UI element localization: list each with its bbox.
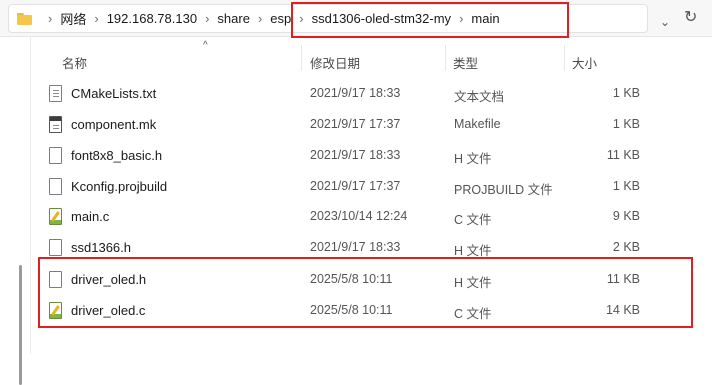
crumb-network[interactable]: 网络 [60,9,86,28]
makefile-icon [49,116,62,133]
nav-scrollbar-thumb[interactable] [19,265,22,385]
column-divider[interactable] [445,45,446,71]
file-name: CMakeLists.txt [71,86,157,101]
navigation-pane [0,37,31,385]
file-name: Kconfig.projbuild [71,179,168,194]
folder-icon [17,12,32,25]
c-file-icon [49,208,62,225]
file-type: C 文件 [454,213,492,227]
file-name: main.c [71,209,110,224]
file-row[interactable]: CMakeLists.txt 2021/9/17 18:33 文本文档 1 KB [42,78,662,109]
file-type: H 文件 [454,152,492,166]
file-name: font8x8_basic.h [71,148,163,163]
file-name: component.mk [71,117,157,132]
column-header-row: ^ 名称 修改日期 类型 大小 [31,37,712,73]
chevron-right-icon[interactable]: › [94,11,98,26]
column-name[interactable]: 名称 [62,53,87,72]
text-file-icon [49,85,62,102]
file-row[interactable]: Kconfig.projbuild 2021/9/17 17:37 PROJBU… [42,171,662,202]
file-size: 1 KB [612,179,640,193]
crumb-esp[interactable]: esp [270,11,291,26]
file-size: 9 KB [612,209,640,223]
file-size: 1 KB [612,86,640,100]
file-date: 2021/9/17 18:33 [310,86,401,100]
header-file-icon [49,147,62,164]
column-divider[interactable] [301,45,302,71]
file-size: 1 KB [612,117,640,131]
column-divider[interactable] [564,45,565,71]
header-file-icon [49,239,62,256]
file-row[interactable]: font8x8_basic.h 2021/9/17 18:33 H 文件 11 … [42,140,662,171]
sort-ascending-icon: ^ [203,40,208,51]
annotation-box-new-files [38,257,693,328]
file-date: 2023/10/14 12:24 [310,209,408,223]
chevron-right-icon[interactable]: › [258,11,262,26]
file-type: Makefile [454,117,501,131]
file-date: 2021/9/17 17:37 [310,117,401,131]
file-date: 2021/9/17 18:33 [310,240,401,254]
annotation-box-path [291,2,569,38]
file-name: ssd1366.h [71,240,131,255]
chevron-right-icon[interactable]: › [48,11,52,26]
file-row[interactable]: main.c 2023/10/14 12:24 C 文件 9 KB [42,201,662,232]
file-date: 2021/9/17 17:37 [310,179,401,193]
crumb-host[interactable]: 192.168.78.130 [107,11,197,26]
file-type: PROJBUILD 文件 [454,183,553,197]
refresh-icon[interactable]: ↻ [684,7,697,27]
column-size[interactable]: 大小 [572,53,597,72]
file-type: 文本文档 [454,90,505,104]
chevron-right-icon[interactable]: › [205,11,209,26]
generic-file-icon [49,178,62,195]
file-size: 2 KB [612,240,640,254]
file-size: 11 KB [606,148,640,162]
chevron-down-icon[interactable]: ⌄ [660,15,670,29]
file-date: 2021/9/17 18:33 [310,148,401,162]
crumb-share[interactable]: share [217,11,250,26]
file-row[interactable]: component.mk 2021/9/17 17:37 Makefile 1 … [42,109,662,140]
column-date[interactable]: 修改日期 [310,53,360,72]
column-type[interactable]: 类型 [453,53,478,72]
